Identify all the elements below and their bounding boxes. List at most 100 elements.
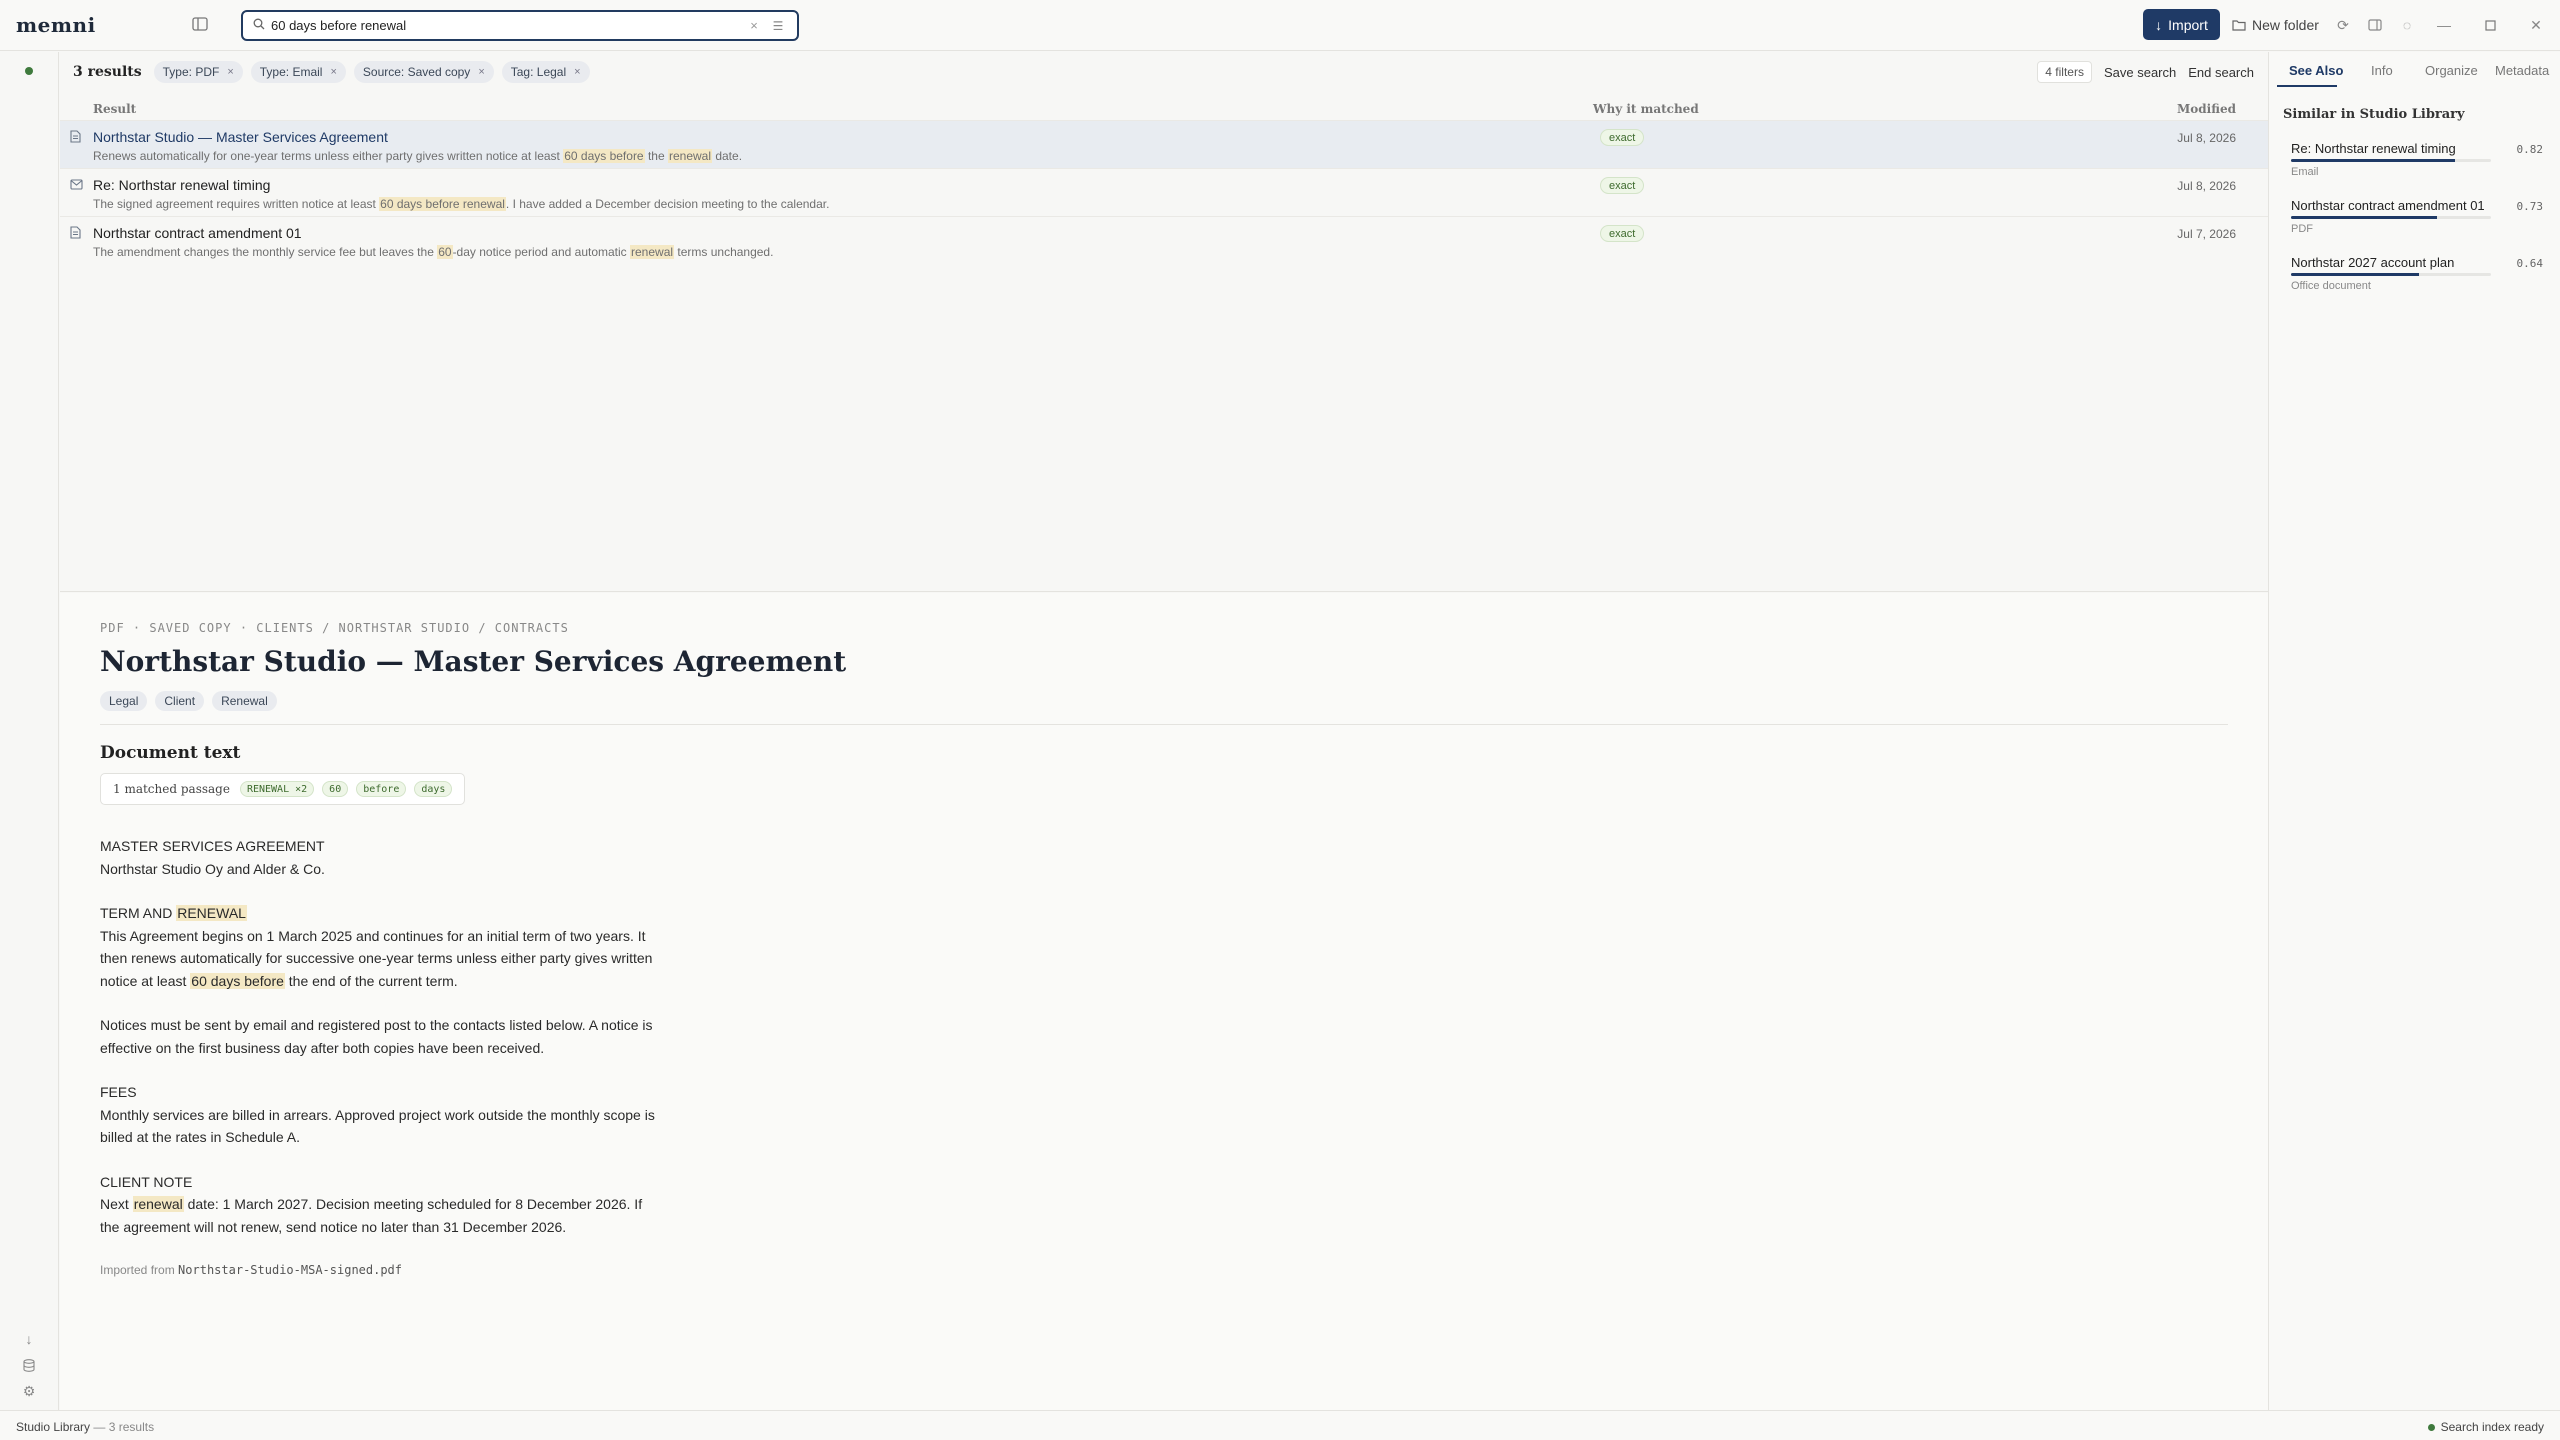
left-rail: ↓ ⚙: [0, 52, 59, 1410]
maximize-icon[interactable]: [2478, 13, 2502, 37]
similarity-score: 0.82: [2516, 143, 2544, 156]
minimize-icon[interactable]: —: [2432, 13, 2456, 37]
similarity-bar: [2291, 159, 2491, 162]
tab-organize[interactable]: Organize: [2425, 63, 2478, 78]
document-icon: [70, 130, 81, 146]
result-snippet: The signed agreement requires written no…: [93, 197, 830, 211]
column-header-modified[interactable]: Modified: [2177, 102, 2236, 116]
settings-gear-icon[interactable]: ⚙: [18, 1380, 40, 1402]
similarity-score: 0.73: [2516, 200, 2544, 213]
new-folder-label: New folder: [2252, 17, 2319, 33]
import-label: Import: [2168, 16, 2208, 33]
right-panel-tabs: See Also Info Organize Metadata: [2269, 52, 2560, 88]
status-library: Studio Library — 3 results: [16, 1420, 154, 1434]
similar-item[interactable]: Re: Northstar renewal timing 0.82 Email: [2291, 141, 2543, 191]
panel-layout-icon[interactable]: [2363, 13, 2387, 37]
tag-client[interactable]: Client: [155, 691, 205, 711]
save-search-link[interactable]: Save search: [2104, 65, 2176, 80]
download-icon[interactable]: ↓: [18, 1328, 40, 1350]
filters-count-button[interactable]: 4 filters: [2037, 61, 2092, 83]
search-options-icon[interactable]: ☰: [769, 19, 787, 33]
result-snippet: The amendment changes the monthly servic…: [93, 245, 774, 259]
sync-icon[interactable]: ⟳: [2331, 13, 2355, 37]
match-type-badge: exact: [1600, 225, 1645, 242]
app-logo: memni: [16, 13, 96, 37]
folder-icon: [2232, 20, 2246, 31]
column-header-result[interactable]: Result: [93, 102, 136, 116]
document-body: MASTER SERVICES AGREEMENT Northstar Studi…: [100, 835, 660, 1260]
document-paragraph: Notices must be sent by email and regist…: [100, 1017, 653, 1056]
result-title[interactable]: Northstar Studio — Master Services Agree…: [93, 129, 388, 145]
chip-label: Type: Email: [259, 65, 323, 79]
remove-chip-icon[interactable]: ×: [478, 66, 484, 78]
filter-chip-type-pdf[interactable]: Type: PDF ×: [153, 61, 243, 83]
search-input[interactable]: [271, 18, 739, 33]
close-window-icon[interactable]: ✕: [2524, 13, 2548, 37]
import-button[interactable]: ↓ Import: [2143, 9, 2220, 40]
similar-title[interactable]: Northstar 2027 account plan: [2291, 255, 2454, 270]
filter-chip-type-email[interactable]: Type: Email ×: [250, 61, 346, 83]
document-tags: Legal Client Renewal: [100, 691, 277, 711]
breadcrumb: PDF · SAVED COPY · CLIENTS / NORTHSTAR S…: [100, 621, 569, 635]
remove-chip-icon[interactable]: ×: [227, 66, 233, 78]
result-title[interactable]: Northstar contract amendment 01: [93, 225, 302, 241]
matched-term-chip[interactable]: RENEWAL ×2: [239, 781, 315, 797]
imported-filename[interactable]: Northstar-Studio-MSA-signed.pdf: [178, 1263, 402, 1277]
library-name[interactable]: Studio Library: [16, 1420, 90, 1434]
table-row[interactable]: Re: Northstar renewal timing The signed a…: [60, 168, 2268, 216]
divider: [100, 724, 2228, 725]
similarity-bar: [2291, 273, 2491, 276]
tab-info[interactable]: Info: [2371, 63, 2393, 78]
similar-title[interactable]: Northstar contract amendment 01: [2291, 198, 2485, 213]
results-table: Result Why it matched Modified Northstar…: [60, 92, 2268, 592]
document-icon: [70, 226, 81, 242]
result-title[interactable]: Re: Northstar renewal timing: [93, 177, 270, 193]
search-box[interactable]: × ☰: [241, 10, 799, 41]
chip-label: Tag: Legal: [510, 65, 567, 79]
clear-search-icon[interactable]: ×: [745, 18, 763, 33]
table-row[interactable]: Northstar Studio — Master Services Agree…: [60, 120, 2268, 168]
mail-icon: [70, 178, 83, 193]
remove-chip-icon[interactable]: ×: [330, 66, 336, 78]
tag-renewal[interactable]: Renewal: [212, 691, 277, 711]
remove-chip-icon[interactable]: ×: [574, 66, 580, 78]
index-status-label: Search index ready: [2440, 1420, 2544, 1434]
tab-see-also[interactable]: See Also: [2289, 63, 2343, 78]
similar-title[interactable]: Re: Northstar renewal timing: [2291, 141, 2456, 156]
similar-type: Email: [2291, 166, 2319, 178]
modified-date: Jul 8, 2026: [2177, 131, 2236, 145]
document-paragraph: TERM AND RENEWAL This Agreement begins on…: [100, 905, 653, 989]
similar-item[interactable]: Northstar contract amendment 01 0.73 PDF: [2291, 198, 2543, 248]
match-type-badge: exact: [1600, 177, 1645, 194]
filter-chip-tag-legal[interactable]: Tag: Legal ×: [501, 61, 590, 83]
active-tab-indicator: [2277, 85, 2337, 87]
status-dot-icon: [25, 67, 33, 75]
tab-metadata[interactable]: Metadata: [2495, 63, 2549, 78]
similarity-bar-fill: [2291, 216, 2437, 219]
similarity-bar-fill: [2291, 273, 2419, 276]
end-search-link[interactable]: End search: [2188, 65, 2254, 80]
status-bar: Studio Library — 3 results Search index …: [0, 1410, 2560, 1440]
similar-item[interactable]: Northstar 2027 account plan 0.64 Office do…: [2291, 255, 2543, 305]
table-row[interactable]: Northstar contract amendment 01 The amend…: [60, 216, 2268, 264]
document-paragraph: FEES Monthly services are billed in arrea…: [100, 1084, 655, 1145]
new-folder-button[interactable]: New folder: [2232, 12, 2319, 38]
matched-term-chip[interactable]: before: [356, 781, 407, 797]
theme-icon[interactable]: ◌: [2395, 13, 2419, 37]
modified-date: Jul 8, 2026: [2177, 179, 2236, 193]
sidebar-toggle-button[interactable]: [186, 12, 214, 36]
search-icon: [253, 18, 265, 33]
arrow-down-icon: ↓: [2155, 16, 2163, 33]
matched-term-chip[interactable]: 60: [322, 781, 349, 797]
title-bar: memni × ☰ ↓ Import New folder ⟳ ◌ — ✕: [0, 0, 2560, 51]
matched-passage-box[interactable]: 1 matched passage RENEWAL ×2 60 before d…: [100, 773, 466, 805]
chip-label: Source: Saved copy: [362, 65, 471, 79]
filter-chip-source-saved-copy[interactable]: Source: Saved copy ×: [353, 61, 494, 83]
document-paragraph: MASTER SERVICES AGREEMENT Northstar Studi…: [100, 838, 325, 877]
tag-legal[interactable]: Legal: [100, 691, 148, 711]
column-header-why[interactable]: Why it matched: [1593, 102, 1699, 116]
database-icon[interactable]: [18, 1354, 40, 1376]
document-title: Northstar Studio — Master Services Agree…: [100, 645, 847, 678]
filter-bar: 3 results Type: PDF × Type: Email × Source…: [60, 52, 2268, 92]
matched-term-chip[interactable]: days: [414, 781, 453, 797]
